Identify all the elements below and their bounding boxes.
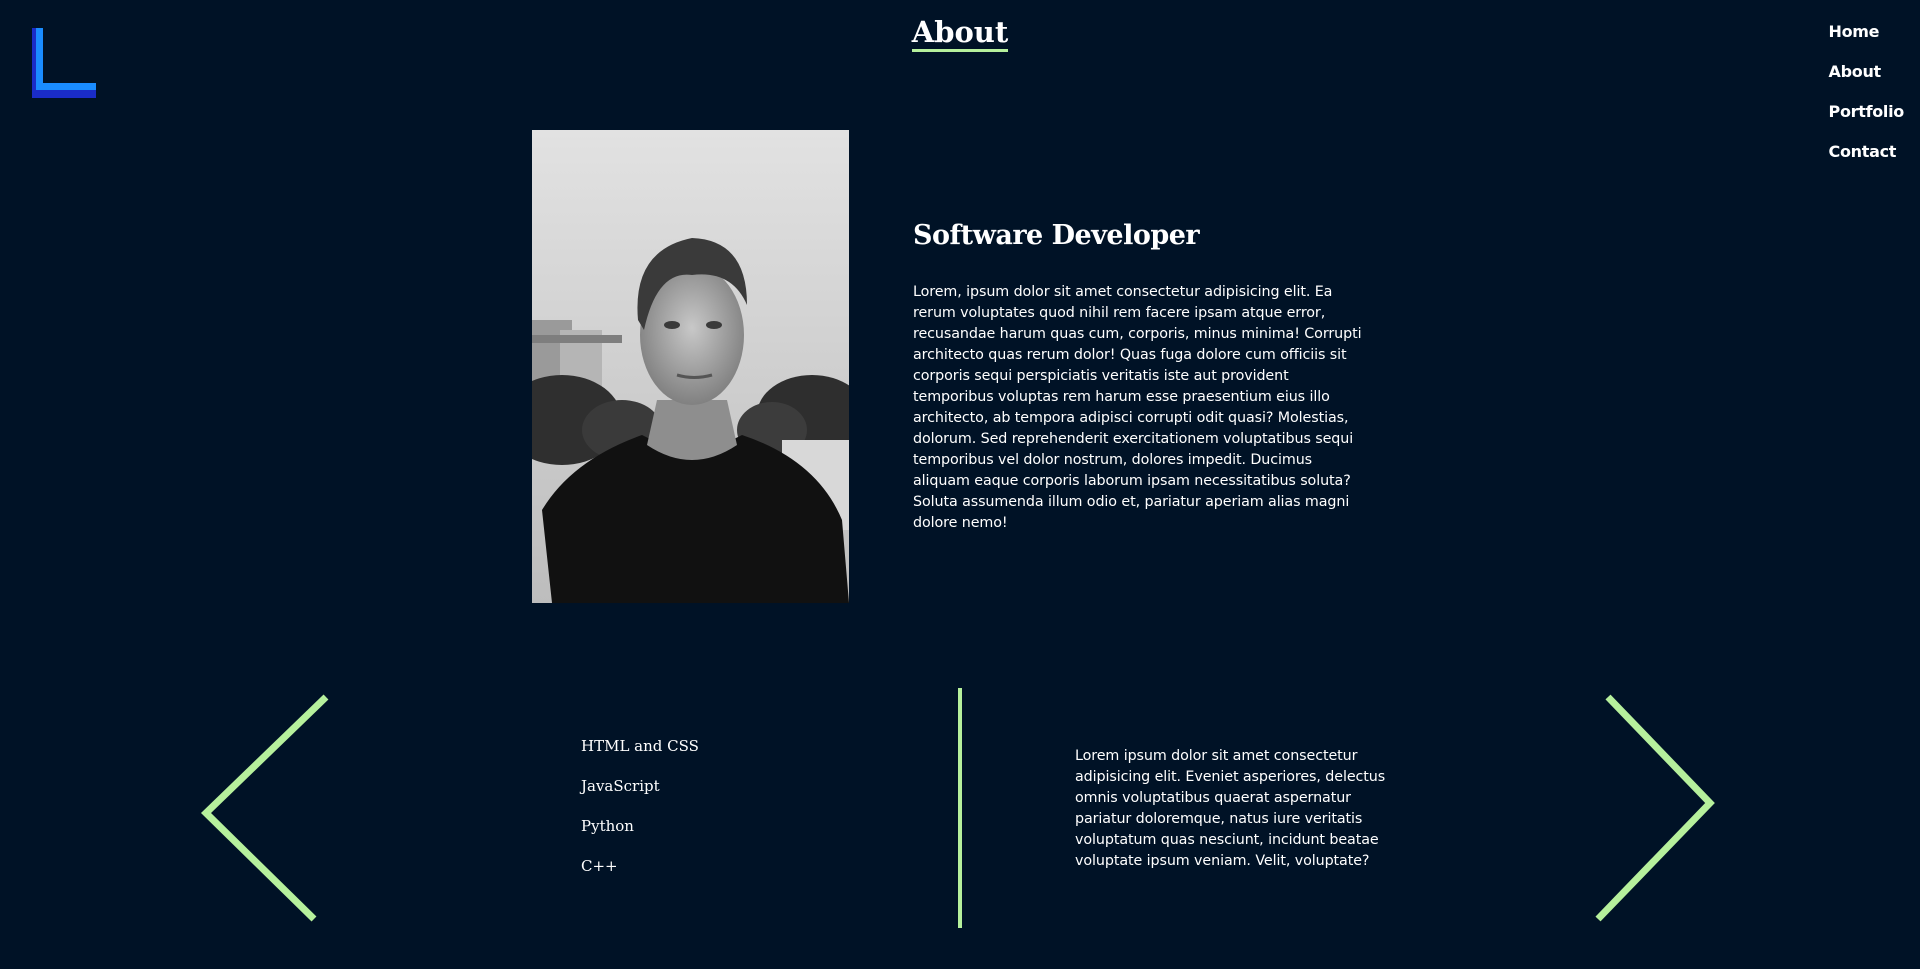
skills-description: Lorem ipsum dolor sit amet consectetur a… [1075,748,1386,869]
about-page: About Home About Portfolio Contact Softw… [0,0,1920,969]
profile-photo [532,130,849,603]
page-title: About [0,12,1920,52]
skill-item: JavaScript [581,777,660,795]
nav-item-about[interactable]: About [1829,62,1904,82]
main-nav: Home About Portfolio Contact [1829,22,1905,182]
next-arrow-button[interactable] [1588,693,1722,923]
nav-item-contact[interactable]: Contact [1829,142,1904,162]
skill-item: HTML and CSS [581,737,699,755]
skills-list: HTML and CSS JavaScript Python C++ [581,736,699,896]
nav-item-portfolio[interactable]: Portfolio [1829,102,1905,122]
page-title-text: About [911,15,1009,52]
chevron-right-icon [1595,694,1715,922]
prev-arrow-button[interactable] [198,693,332,923]
chevron-left-icon [200,694,329,922]
vertical-divider [958,688,962,928]
skill-item: Python [581,817,634,835]
nav-item-home[interactable]: Home [1829,22,1904,42]
bio-heading: Software Developer [913,220,1200,251]
bio-text: Lorem, ipsum dolor sit amet consectetur … [913,284,1362,531]
skill-item: C++ [581,857,618,875]
